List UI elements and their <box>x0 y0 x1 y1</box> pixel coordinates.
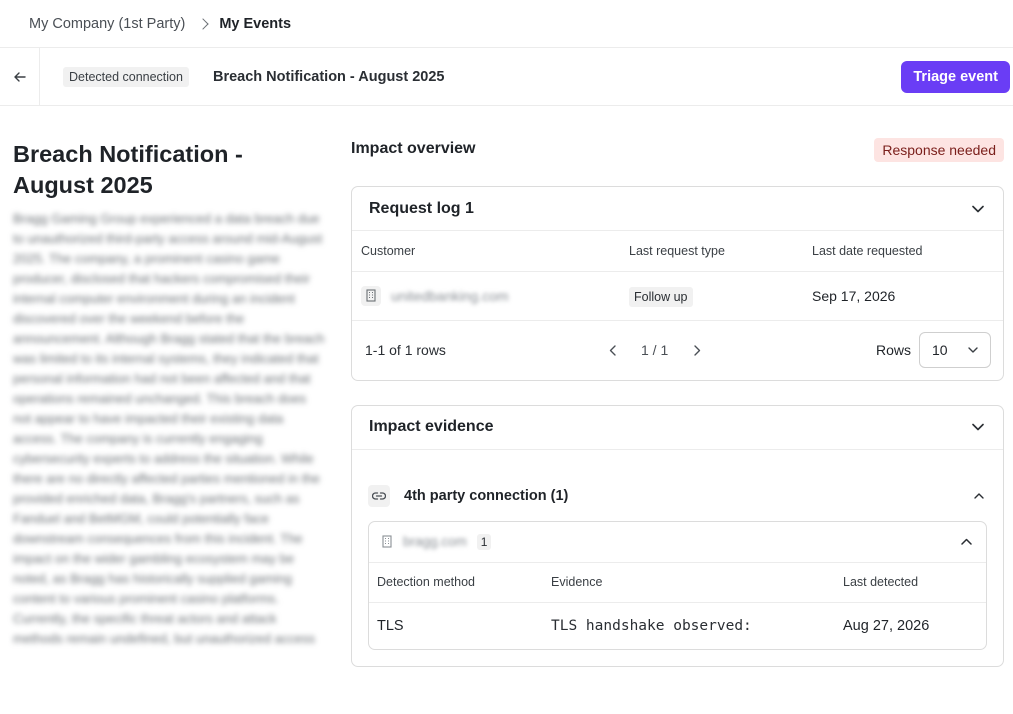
request-log-title: Request log 1 <box>369 199 474 217</box>
column-header-request-type[interactable]: Last request type <box>620 231 803 272</box>
chevron-up-icon[interactable] <box>958 534 974 550</box>
impact-evidence-body: 4th party connection (1) bragg.com 1 Det… <box>352 450 1003 666</box>
rows-per-page-select[interactable]: 10 <box>919 332 991 368</box>
chevron-left-icon[interactable] <box>606 344 618 356</box>
customer-domain[interactable]: unitedbanking.com <box>391 288 509 304</box>
impact-evidence-card: Impact evidence 4th party connection (1) <box>351 404 1004 667</box>
chevron-down-icon <box>968 347 978 353</box>
vendor-header[interactable]: bragg.com 1 <box>369 522 986 563</box>
building-icon <box>382 535 392 548</box>
rows-label: Rows <box>875 342 911 358</box>
building-icon <box>361 285 381 306</box>
impact-overview-header: Impact overview Response needed <box>351 106 1004 186</box>
page-indicator: 1 / 1 <box>641 342 669 358</box>
breadcrumb: My Company (1st Party) My Events <box>0 0 1013 48</box>
column-header-customer[interactable]: Customer <box>352 231 620 272</box>
request-log-header[interactable]: Request log 1 <box>352 187 1003 231</box>
last-detected-cell: Aug 27, 2026 <box>843 617 930 634</box>
event-summary: Breach Notification - August 2025 Bragg … <box>13 106 325 649</box>
table-header-row: Detection method Evidence Last detected <box>369 562 986 603</box>
vendor-evidence-card: bragg.com 1 Detection method Evidence La… <box>368 520 987 650</box>
table-row[interactable]: unitedbanking.com Follow up Sep 17, 2026 <box>352 271 1003 321</box>
customer-cell: unitedbanking.com <box>352 271 620 321</box>
impact-overview-title: Impact overview <box>351 140 476 157</box>
chevron-right-icon <box>197 18 209 30</box>
evidence-cell: TLS handshake observed: <box>551 617 752 634</box>
request-type-tag: Follow up <box>629 286 693 307</box>
event-header-title: Breach Notification - August 2025 <box>212 68 445 85</box>
breadcrumb-current: My Events <box>219 15 292 32</box>
rows-count: 1-1 of 1 rows <box>365 342 446 358</box>
chevron-up-icon[interactable] <box>971 488 987 504</box>
chevron-right-icon[interactable] <box>691 344 703 356</box>
page-nav: 1 / 1 <box>606 342 703 358</box>
column-header-evidence[interactable]: Evidence <box>543 562 835 603</box>
detection-method-cell: TLS <box>377 617 404 634</box>
arrow-left-icon <box>13 71 26 82</box>
link-icon <box>368 484 390 507</box>
fourth-party-connection-label: 4th party connection (1) <box>404 487 569 504</box>
pagination: 1-1 of 1 rows 1 / 1 Rows 10 <box>352 321 1003 380</box>
column-header-detection-method[interactable]: Detection method <box>369 562 543 603</box>
back-button[interactable] <box>0 47 40 106</box>
impact-evidence-title: Impact evidence <box>369 418 494 435</box>
chevron-down-icon[interactable] <box>970 201 986 217</box>
rows-per-page-value: 10 <box>932 342 948 358</box>
triage-event-button[interactable]: Triage event <box>901 61 1010 93</box>
evidence-table: Detection method Evidence Last detected … <box>369 562 986 649</box>
rows-per-page: Rows 10 <box>876 332 991 368</box>
chevron-down-icon[interactable] <box>970 419 986 435</box>
request-log-table: Customer Last request type Last date req… <box>352 231 1003 321</box>
table-header-row: Customer Last request type Last date req… <box>352 231 1003 272</box>
column-header-last-detected[interactable]: Last detected <box>835 562 986 603</box>
breadcrumb-parent-link[interactable]: My Company (1st Party) <box>29 16 185 32</box>
column-header-date[interactable]: Last date requested <box>803 231 1003 272</box>
impact-panel: Impact overview Response needed Request … <box>351 106 1004 667</box>
table-row: TLS TLS handshake observed: Aug 27, 2026 <box>369 603 986 649</box>
event-description: Bragg Gaming Group experienced a data br… <box>13 211 325 646</box>
request-log-card: Request log 1 Customer Last request type… <box>351 186 1004 381</box>
page-title: Breach Notification - August 2025 <box>13 141 243 198</box>
impact-evidence-header[interactable]: Impact evidence <box>352 406 1003 450</box>
request-type-cell: Follow up <box>620 271 803 321</box>
vendor-count-badge: 1 <box>476 533 492 550</box>
vendor-domain: bragg.com <box>403 534 467 549</box>
event-type-chip: Detected connection <box>63 66 189 87</box>
status-badge: Response needed <box>874 138 1004 162</box>
event-header: Detected connection Breach Notification … <box>0 47 1013 106</box>
date-cell: Sep 17, 2026 <box>803 271 1003 321</box>
